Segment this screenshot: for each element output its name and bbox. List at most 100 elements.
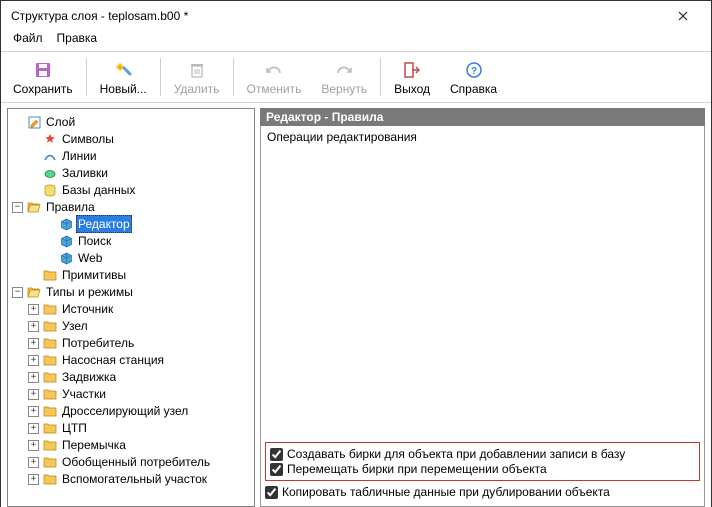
- tree-label: Базы данных: [60, 182, 137, 198]
- help-button[interactable]: ? Справка: [440, 52, 507, 102]
- check-move-tags[interactable]: Перемещать бирки при перемещении объекта: [270, 462, 695, 476]
- new-button[interactable]: Новый...: [90, 52, 157, 102]
- tree-databases[interactable]: Базы данных: [10, 182, 252, 198]
- tree-rules-search[interactable]: Поиск: [10, 233, 252, 249]
- editor-pane: Редактор - Правила Операции редактирован…: [260, 108, 705, 507]
- tree-types[interactable]: − Типы и режимы: [10, 284, 252, 300]
- check-create-tags[interactable]: Создавать бирки для объекта при добавлен…: [270, 447, 695, 461]
- tree-icon: [26, 284, 42, 300]
- tree-type-6[interactable]: +Дросселирующий узел: [10, 403, 252, 419]
- tree-type-1[interactable]: + Узел: [10, 318, 252, 334]
- tree-rules-web[interactable]: Web: [10, 250, 252, 266]
- tree-type-0[interactable]: + Источник: [10, 301, 252, 317]
- editor-header: Редактор - Правила: [260, 108, 705, 126]
- tree-icon: [42, 471, 58, 487]
- toolbar-separator: [86, 58, 87, 96]
- checkbox[interactable]: [265, 486, 278, 499]
- editor-subtitle: Операции редактирования: [267, 130, 698, 144]
- tree-expander[interactable]: −: [12, 202, 23, 213]
- tree-primitives[interactable]: Примитивы: [10, 267, 252, 283]
- check-copy-data[interactable]: Копировать табличные данные при дублиров…: [265, 485, 700, 499]
- tree-label: Задвижка: [60, 369, 118, 385]
- tree-expander[interactable]: +: [28, 321, 39, 332]
- save-icon: [34, 59, 52, 81]
- close-button[interactable]: [663, 3, 703, 29]
- tree-label: Участки: [60, 386, 108, 402]
- tree-label: Линии: [60, 148, 99, 164]
- menu-edit[interactable]: Правка: [57, 31, 98, 45]
- tree-root[interactable]: Слой: [10, 114, 252, 130]
- tree-type-8[interactable]: +Перемычка: [10, 437, 252, 453]
- tree-expander[interactable]: +: [28, 338, 39, 349]
- menubar: Файл Правка: [1, 31, 711, 51]
- redo-button: Вернуть: [311, 52, 377, 102]
- tree-icon: [58, 216, 74, 232]
- tree-expander[interactable]: +: [28, 372, 39, 383]
- checkbox[interactable]: [270, 463, 283, 476]
- tree-icon: [42, 369, 58, 385]
- highlighted-options: Создавать бирки для объекта при добавлен…: [265, 442, 700, 481]
- body: СлойСимволыЛинииЗаливкиБазы данных − Прави…: [1, 103, 711, 507]
- tree-expander[interactable]: +: [28, 474, 39, 485]
- tree-icon: [42, 148, 58, 164]
- tree-icon: [42, 318, 58, 334]
- tree-expander[interactable]: +: [28, 440, 39, 451]
- tree-icon: [58, 233, 74, 249]
- tree-pane[interactable]: СлойСимволыЛинииЗаливкиБазы данных − Прави…: [7, 108, 255, 507]
- tree-label: Источник: [60, 301, 115, 317]
- tree-label: Редактор: [76, 215, 132, 233]
- tree-type-10[interactable]: + Вспомогательный участок: [10, 471, 252, 487]
- exit-icon: [403, 59, 421, 81]
- tree-label: Узел: [60, 318, 90, 334]
- delete-button: Удалить: [164, 52, 230, 102]
- checkbox[interactable]: [270, 448, 283, 461]
- tree-icon: [42, 403, 58, 419]
- tree-label: Web: [76, 250, 104, 266]
- new-icon: [114, 59, 132, 81]
- tree-type-7[interactable]: + ЦТП: [10, 420, 252, 436]
- tree-type-2[interactable]: +Потребитель: [10, 335, 252, 351]
- help-icon: ?: [466, 59, 482, 81]
- tree-icon: [58, 250, 74, 266]
- tree-rules[interactable]: − Правила: [10, 199, 252, 215]
- exit-button[interactable]: Выход: [384, 52, 440, 102]
- redo-icon: [335, 59, 353, 81]
- tree-expander[interactable]: +: [28, 389, 39, 400]
- tree-lines[interactable]: Линии: [10, 148, 252, 164]
- tree-label: Символы: [60, 131, 116, 147]
- tree-label: Вспомогательный участок: [60, 471, 209, 487]
- tree-label: Заливки: [60, 165, 110, 181]
- check-group: Создавать бирки для объекта при добавлен…: [265, 442, 700, 500]
- toolbar-separator: [380, 58, 381, 96]
- tree-label: ЦТП: [60, 420, 89, 436]
- tree-rules-editor[interactable]: Редактор: [10, 216, 252, 232]
- tree-label: Правила: [44, 199, 97, 215]
- tree-expander[interactable]: +: [28, 304, 39, 315]
- tree-expander[interactable]: −: [12, 287, 23, 298]
- tree-type-9[interactable]: + Обобщенный потребитель: [10, 454, 252, 470]
- tree-expander[interactable]: +: [28, 457, 39, 468]
- tree-label: Примитивы: [60, 267, 128, 283]
- tree-fills[interactable]: Заливки: [10, 165, 252, 181]
- tree-expander[interactable]: +: [28, 406, 39, 417]
- tree-icon: [42, 437, 58, 453]
- tree-label: Поиск: [76, 233, 113, 249]
- tree-label: Обобщенный потребитель: [60, 454, 212, 470]
- tree-expander[interactable]: +: [28, 355, 39, 366]
- save-button[interactable]: Сохранить: [3, 52, 83, 102]
- tree-icon: [26, 199, 42, 215]
- toolbar-separator: [160, 58, 161, 96]
- undo-icon: [265, 59, 283, 81]
- tree-icon: [42, 454, 58, 470]
- titlebar: Структура слоя - teplosam.b00 *: [1, 1, 711, 31]
- tree-icon: [42, 420, 58, 436]
- tree-icon: [42, 165, 58, 181]
- tree-label: Типы и режимы: [44, 284, 135, 300]
- tree-type-4[interactable]: + Задвижка: [10, 369, 252, 385]
- tree-type-5[interactable]: + Участки: [10, 386, 252, 402]
- menu-file[interactable]: Файл: [13, 31, 43, 45]
- tree-symbols[interactable]: Символы: [10, 131, 252, 147]
- tree-type-3[interactable]: +Насосная станция: [10, 352, 252, 368]
- tree: СлойСимволыЛинииЗаливкиБазы данных − Прави…: [10, 114, 252, 487]
- tree-expander[interactable]: +: [28, 423, 39, 434]
